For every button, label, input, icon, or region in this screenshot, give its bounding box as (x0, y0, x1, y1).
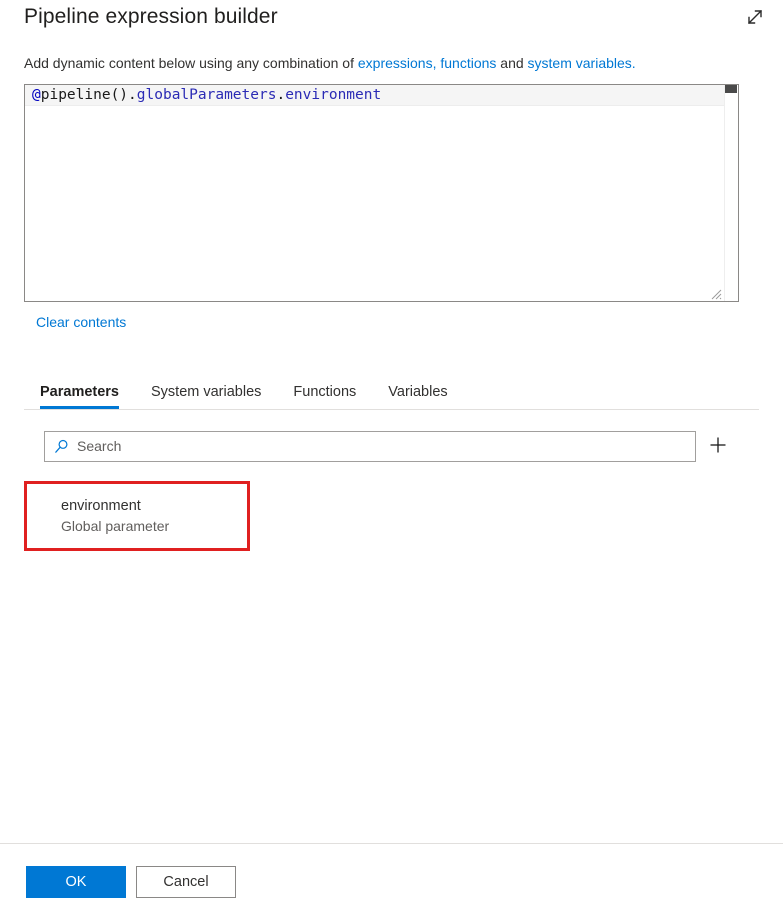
token-dot-1: . (128, 87, 137, 103)
dialog-subtitle: Add dynamic content below using any comb… (24, 53, 636, 73)
dialog-footer: OK Cancel (0, 844, 783, 910)
subtitle-text-middle: and (496, 55, 528, 71)
editor-scrollbar[interactable] (724, 85, 738, 301)
parameter-name: environment (61, 498, 141, 514)
search-box[interactable] (44, 430, 697, 462)
add-parameter-button[interactable] (702, 430, 734, 462)
list-item[interactable]: environment Global parameter (24, 481, 250, 551)
search-row (44, 430, 734, 462)
clear-contents-link[interactable]: Clear contents (36, 314, 126, 330)
token-property-globalparameters: globalParameters (136, 87, 277, 103)
plus-icon (708, 435, 728, 458)
search-icon (54, 439, 69, 454)
token-property-environment: environment (285, 87, 382, 103)
tab-system-variables[interactable]: System variables (135, 374, 277, 409)
expressions-functions-link[interactable]: expressions, functions (358, 55, 497, 71)
tab-variables[interactable]: Variables (372, 374, 463, 409)
token-dot-2: . (276, 87, 286, 103)
tab-bar: Parameters System variables Functions Va… (24, 374, 759, 410)
token-function: pipeline() (40, 87, 129, 103)
search-input[interactable] (77, 432, 696, 460)
token-at: @ (32, 87, 41, 103)
subtitle-text-before: Add dynamic content below using any comb… (24, 55, 358, 71)
tab-parameters[interactable]: Parameters (24, 374, 135, 409)
expand-dialog-button[interactable] (739, 2, 771, 34)
editor-resize-grip-icon[interactable] (710, 287, 722, 300)
system-variables-link[interactable]: system variables. (528, 55, 636, 71)
cancel-button[interactable]: Cancel (136, 866, 236, 898)
editor-scrollbar-thumb[interactable] (725, 85, 737, 93)
parameter-subtitle: Global parameter (61, 518, 170, 534)
ok-button[interactable]: OK (26, 866, 126, 898)
tab-functions[interactable]: Functions (277, 374, 372, 409)
expression-editor[interactable]: @pipeline().globalParameters.environment (24, 84, 739, 302)
expression-editor-lines[interactable]: @pipeline().globalParameters.environment (25, 85, 724, 301)
expression-code-line[interactable]: @pipeline().globalParameters.environment (25, 85, 724, 106)
parameter-list: environment Global parameter (24, 481, 734, 551)
page-title: Pipeline expression builder (24, 5, 278, 28)
dialog-header: Pipeline expression builder (0, 0, 783, 40)
expand-diagonal-icon (744, 6, 766, 31)
